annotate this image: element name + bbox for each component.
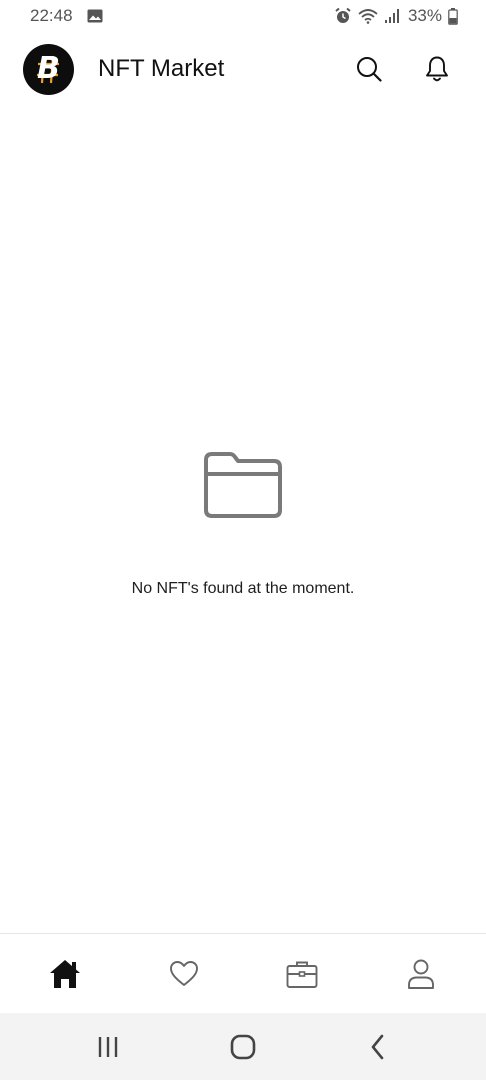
back-button[interactable] [348,1022,408,1072]
logo-letter: B [37,51,60,86]
battery-icon [448,7,458,25]
page-title: NFT Market [98,55,225,82]
bell-icon [426,56,448,82]
system-home-button[interactable] [213,1022,273,1072]
nav-portfolio[interactable] [272,944,332,1004]
status-left: 22:48 [30,6,103,26]
nav-profile[interactable] [391,944,451,1004]
signal-icon [384,8,402,24]
wifi-icon [358,8,378,24]
user-icon [407,959,434,989]
recent-apps-button[interactable] [78,1022,138,1072]
home-circle-icon [230,1034,256,1059]
image-icon [87,9,103,23]
search-button[interactable] [354,54,384,84]
alarm-icon [334,7,352,25]
status-bar: 22:48 33% [0,0,486,32]
search-icon [357,57,382,82]
battery-percent: 33% [407,6,442,25]
empty-state: No NFT's found at the moment. [0,450,486,598]
recent-apps-icon [98,1036,117,1057]
app-logo: B [23,43,74,95]
empty-message: No NFT's found at the moment. [131,580,355,597]
system-nav-bar [0,1013,486,1080]
heart-icon [169,960,198,986]
nav-favorites[interactable] [154,944,214,1004]
notifications-button[interactable] [422,54,452,84]
folder-icon [204,452,282,518]
nav-home[interactable] [35,944,95,1004]
status-right: 33% [334,6,458,26]
status-time: 22:48 [30,6,73,25]
home-icon [50,959,81,988]
app-header: B NFT Market [0,40,486,98]
header-actions [354,54,452,84]
bottom-nav [0,933,486,1013]
briefcase-icon [286,961,318,988]
back-icon [372,1034,384,1059]
